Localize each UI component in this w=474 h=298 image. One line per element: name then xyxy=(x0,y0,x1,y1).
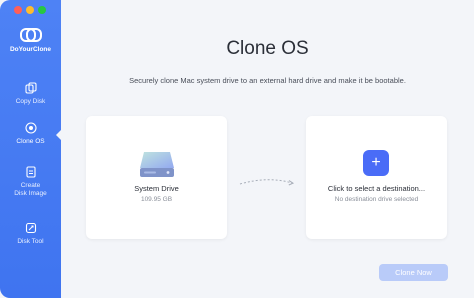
sidebar-item-clone-os[interactable]: Clone OS xyxy=(0,122,61,146)
clone-now-button[interactable]: Clone Now xyxy=(379,264,448,281)
disk-image-icon xyxy=(25,166,36,178)
zoom-window-button[interactable] xyxy=(38,6,46,14)
source-drive-size: 109.95 GB xyxy=(140,196,173,203)
sidebar-item-label: Copy Disk xyxy=(15,98,46,105)
sidebar-item-label-line1: Create xyxy=(20,182,41,189)
close-window-button[interactable] xyxy=(14,6,22,14)
disk-tool-icon xyxy=(25,222,36,234)
sidebar-item-create-disk-image[interactable]: Create Disk Image xyxy=(0,166,61,198)
sidebar-item-copy-disk[interactable]: Copy Disk xyxy=(0,82,61,106)
window-controls xyxy=(14,6,46,14)
app-logo: DoYourClone xyxy=(0,26,61,53)
app-brand-name: DoYourClone xyxy=(9,46,52,53)
sidebar-item-label: Disk Tool xyxy=(17,238,44,245)
logo-icon xyxy=(19,26,42,42)
destination-drive-card[interactable]: + Click to select a destination... No de… xyxy=(306,116,447,239)
source-drive-card[interactable]: System Drive 109.95 GB xyxy=(86,116,227,239)
sidebar: DoYourClone Copy Disk Clone OS Create Di… xyxy=(0,0,61,298)
plus-icon[interactable]: + xyxy=(363,150,389,176)
page-subtitle: Securely clone Mac system drive to an ex… xyxy=(129,76,406,85)
sidebar-item-disk-tool[interactable]: Disk Tool xyxy=(0,222,61,246)
clone-os-icon xyxy=(24,122,37,134)
page-title: Clone OS xyxy=(226,38,309,59)
minimize-window-button[interactable] xyxy=(26,6,34,14)
hard-drive-icon xyxy=(140,152,174,177)
copy-disk-icon xyxy=(24,82,37,94)
sidebar-item-label: Clone OS xyxy=(16,138,45,145)
clone-direction-arrow-icon xyxy=(239,179,295,186)
destination-status: No destination drive selected xyxy=(334,196,419,203)
source-drive-name: System Drive xyxy=(134,184,179,193)
sidebar-item-label-line2: Disk Image xyxy=(14,190,47,197)
destination-prompt: Click to select a destination... xyxy=(327,184,426,193)
